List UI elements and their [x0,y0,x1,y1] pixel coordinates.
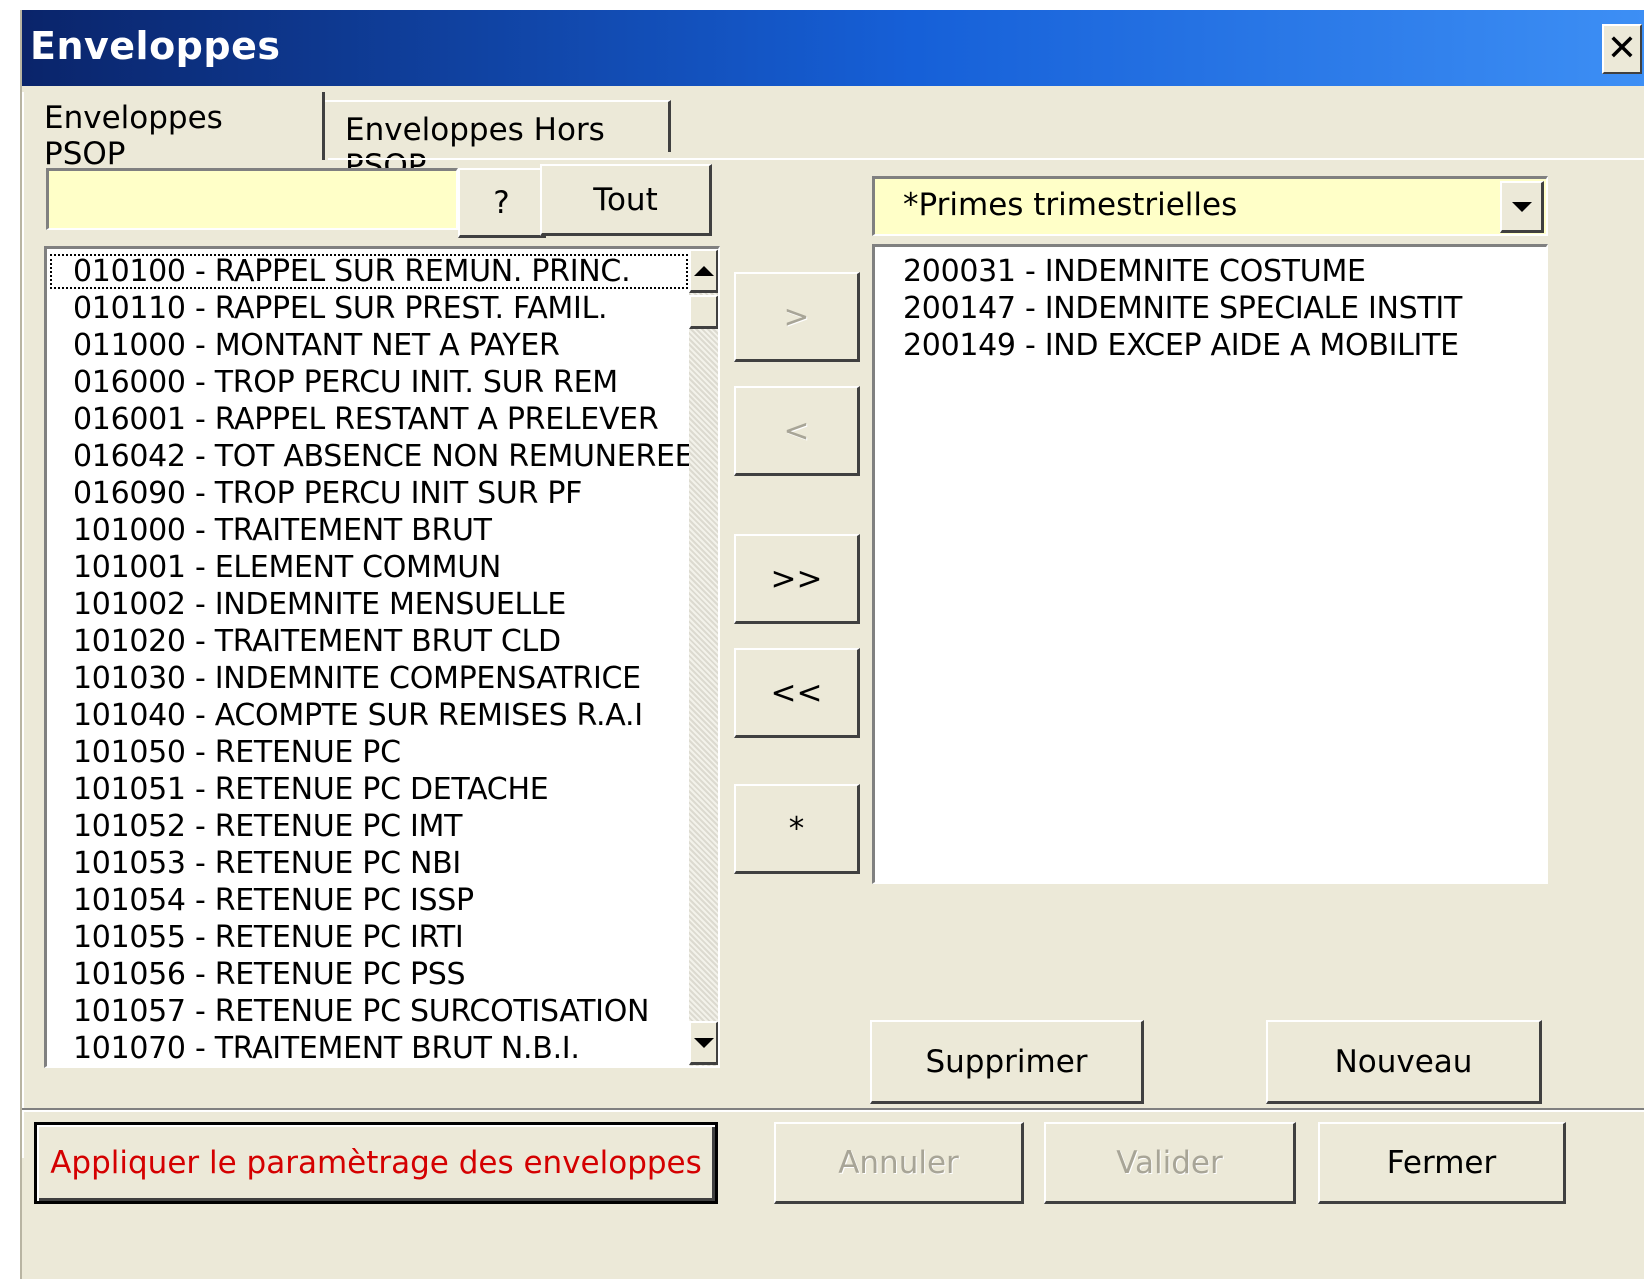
window-title: Enveloppes [30,24,281,68]
list-item[interactable]: 101000 - TRAITEMENT BRUT [73,512,663,549]
apply-settings-button[interactable]: Appliquer le paramètrage des enveloppes [34,1122,718,1204]
remove-all-label: << [770,674,823,711]
list-scrollbar[interactable] [689,249,718,1066]
close-window-button[interactable]: ✕ [1602,24,1642,74]
list-item[interactable]: 101051 - RETENUE PC DETACHE [73,771,663,808]
available-items-list[interactable]: 010100 - RAPPEL SUR REMUN. PRINC. 010110… [44,246,720,1068]
list-item[interactable]: 101053 - RETENUE PC NBI [73,845,663,882]
arrow-down-icon [693,1037,714,1048]
remove-selected-label: < [783,412,810,449]
add-all-label: >> [770,560,823,597]
list-item[interactable]: 101040 - ACOMPTE SUR REMISES R.A.I [73,697,663,734]
list-item[interactable]: 101020 - TRAITEMENT BRUT CLD [73,623,663,660]
close-label: Fermer [1386,1144,1497,1181]
new-envelope-button[interactable]: Nouveau [1266,1020,1542,1104]
available-items-rows: 010100 - RAPPEL SUR REMUN. PRINC. 010110… [50,253,694,1066]
scroll-up-button[interactable] [689,249,718,293]
validate-button[interactable]: Valider [1044,1122,1296,1204]
validate-label: Valider [1116,1144,1223,1181]
list-item[interactable]: 010110 - RAPPEL SUR PREST. FAMIL. [73,290,663,327]
envelope-items-rows: 200031 - INDEMNITE COSTUME 200147 - INDE… [903,253,1462,364]
close-icon: ✕ [1606,28,1638,69]
scroll-thumb[interactable] [689,295,718,329]
remove-selected-button[interactable]: < [734,386,860,476]
list-item[interactable]: 101054 - RETENUE PC ISSP [73,882,663,919]
title-bar: Enveloppes ✕ [22,10,1644,86]
apply-settings-label: Appliquer le paramètrage des enveloppes [50,1145,702,1181]
star-button[interactable]: * [734,784,860,874]
chevron-down-icon [1511,201,1532,212]
list-item[interactable]: 016042 - TOT ABSENCE NON REMUNEREE [73,438,694,475]
tab-enveloppes-hors-psop[interactable]: Enveloppes Hors PSOP [325,100,671,184]
arrow-up-icon [693,265,714,276]
list-item[interactable]: 101055 - RETENUE PC IRTI [73,919,663,956]
envelope-items-list[interactable]: 200031 - INDEMNITE COSTUME 200147 - INDE… [872,244,1548,884]
list-item[interactable]: 011000 - MONTANT NET A PAYER [73,327,663,364]
list-item[interactable]: 101001 - ELEMENT COMMUN [73,549,663,586]
envelope-select[interactable]: *Primes trimestrielles [872,176,1548,236]
list-item[interactable]: 101030 - INDEMNITE COMPENSATRICE [73,660,663,697]
list-item[interactable]: 016090 - TROP PERCU INIT SUR PF [73,475,663,512]
list-item[interactable]: 200031 - INDEMNITE COSTUME [903,253,1462,290]
close-button[interactable]: Fermer [1318,1122,1566,1204]
list-item[interactable]: 016000 - TROP PERCU INIT. SUR REM [73,364,663,401]
list-item[interactable]: 101056 - RETENUE PC PSS [73,956,663,993]
envelope-dropdown-button[interactable] [1500,181,1544,233]
star-label: * [788,810,805,847]
cancel-button[interactable]: Annuler [774,1122,1024,1204]
tab-panel-border-left [22,158,24,1158]
list-item[interactable]: 101057 - RETENUE PC SURCOTISATION [73,993,663,1030]
tab-enveloppes-psop[interactable]: Enveloppes PSOP [22,92,325,172]
add-selected-button[interactable]: > [734,272,860,362]
scroll-down-button[interactable] [689,1021,718,1065]
list-item[interactable]: 200149 - IND EXCEP AIDE A MOBILITE [903,327,1462,364]
list-item[interactable]: 101002 - INDEMNITE MENSUELLE [73,586,663,623]
list-item[interactable]: 200147 - INDEMNITE SPECIALE INSTIT [903,290,1462,327]
select-all-button[interactable]: Tout [540,164,712,236]
add-selected-label: > [783,298,810,335]
search-input[interactable] [46,168,458,230]
list-item[interactable]: 101070 - TRAITEMENT BRUT N.B.I. [73,1030,663,1066]
list-item[interactable]: 010100 - RAPPEL SUR REMUN. PRINC. [49,253,689,290]
list-item[interactable]: 101050 - RETENUE PC [73,734,663,771]
help-button[interactable]: ? [458,168,546,238]
delete-envelope-button[interactable]: Supprimer [870,1020,1144,1104]
list-item[interactable]: 101052 - RETENUE PC IMT [73,808,663,845]
cancel-label: Annuler [838,1144,959,1181]
remove-all-button[interactable]: << [734,648,860,738]
enveloppes-dialog: Enveloppes ✕ Enveloppes PSOP Enveloppes … [20,10,1644,1279]
envelope-select-value: *Primes trimestrielles [903,187,1238,223]
footer-separator [22,1108,1644,1112]
add-all-button[interactable]: >> [734,534,860,624]
list-item[interactable]: 016001 - RAPPEL RESTANT A PRELEVER [73,401,663,438]
tab-panel-border [328,158,1644,160]
